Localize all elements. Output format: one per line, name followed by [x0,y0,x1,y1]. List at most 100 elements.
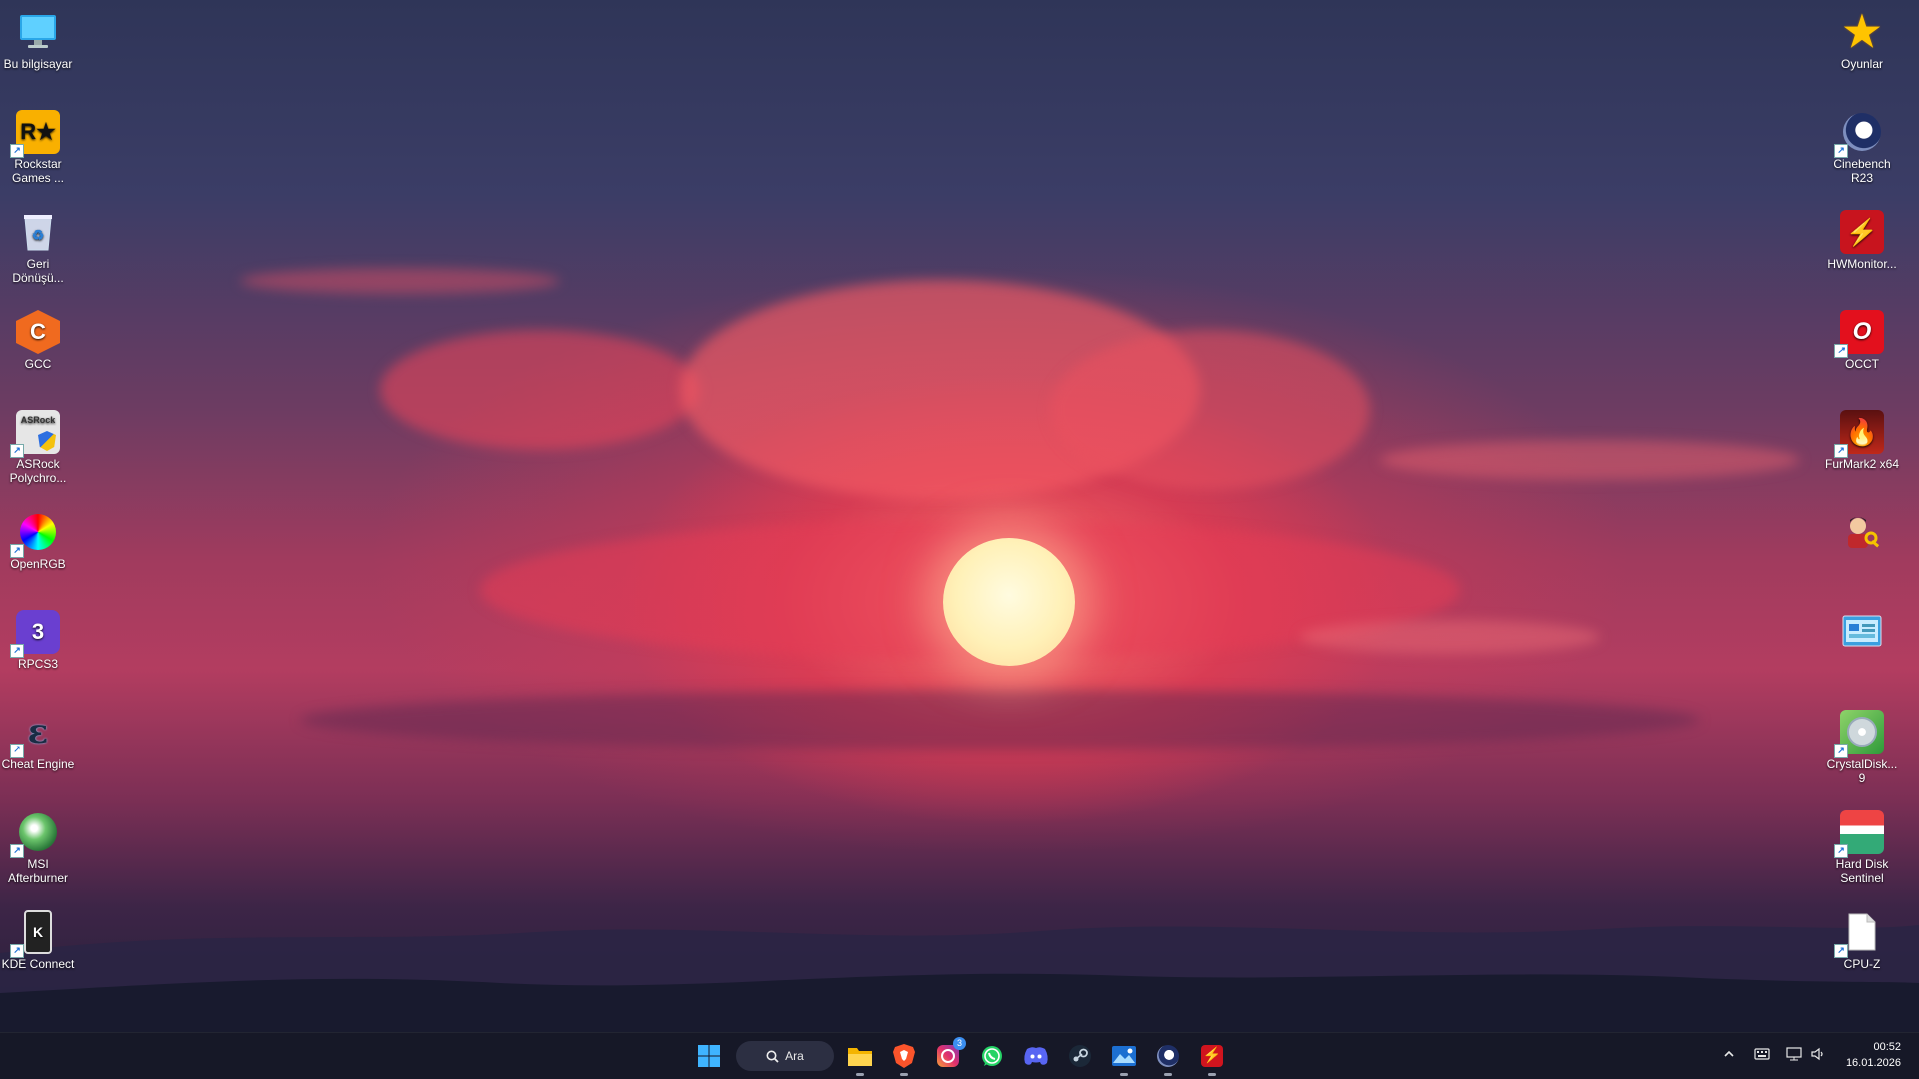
running-indicator [856,1073,864,1076]
tray-volume-button[interactable] [1810,1047,1826,1064]
desktop-icon-occt[interactable]: O ↗ OCCT [1824,304,1900,371]
running-indicator [1164,1073,1172,1076]
cinebench-icon [1157,1045,1179,1067]
taskbar-instagram[interactable]: 3 [932,1037,966,1072]
tray-overflow-button[interactable] [1722,1047,1736,1064]
desktop-icon-cinebench[interactable]: ↗ Cinebench R23 [1824,104,1900,185]
shortcut-arrow-icon: ↗ [1834,344,1848,358]
volume-icon [1811,1047,1823,1061]
desktop-icon-label: FurMark2 x64 [1824,457,1900,471]
desktop-icon-label: Cinebench R23 [1833,157,1891,185]
wallpaper-cloud [240,268,560,294]
clock-date: 16.01.2026 [1845,1057,1901,1069]
desktop-icon-label: KDE Connect [1,957,75,971]
desktop-icon-label: OpenRGB [10,557,66,571]
desktop-icon-msi-afterburner[interactable]: ↗ MSI Afterburner [0,804,76,885]
desktop-icon-openrgb[interactable]: ↗ OpenRGB [0,504,76,571]
shortcut-arrow-icon: ↗ [10,744,24,758]
wallpaper-cloud [680,280,1200,500]
wallpaper-cloud [1050,330,1370,490]
desktop-icon-cheat-engine[interactable]: ε ↗ Cheat Engine [0,704,76,771]
running-indicator [900,1073,908,1076]
hwmonitor-icon: ⚡ [1840,210,1884,254]
network-icon [1786,1047,1802,1061]
chevron-up-icon [1724,1050,1734,1057]
recycle-bin-icon: ♻ [16,210,60,254]
photos-icon [1112,1046,1136,1066]
taskbar-brave[interactable] [888,1040,920,1076]
discord-icon [1024,1047,1048,1065]
asrock-icon: ASRock ↗ [10,410,60,458]
desktop-icon-hwmonitor[interactable]: ⚡ HWMonitor... [1824,204,1900,271]
desktop-icon-oyunlar[interactable]: ★ Oyunlar [1824,4,1900,72]
wallpaper-cloud [1380,440,1800,480]
desktop-icon-crystaldisk[interactable]: ↗ CrystalDisk... 9 [1824,704,1900,785]
desktop-icon-gcc[interactable]: C GCC [0,304,76,371]
desktop-icon-cpu-z[interactable]: ↗ CPU-Z [1824,904,1900,971]
start-button[interactable] [693,1040,725,1072]
wallpaper-sun [943,538,1075,666]
furmark-icon: 🔥 ↗ [1834,410,1884,458]
shortcut-arrow-icon: ↗ [10,844,24,858]
taskbar-whatsapp[interactable] [976,1040,1008,1072]
taskbar-hwmonitor[interactable]: ⚡ [1196,1040,1228,1076]
keyboard-icon [1754,1048,1770,1060]
tray-keyboard-button[interactable] [1754,1047,1770,1064]
wallpaper-cloud [380,330,700,450]
cheat-engine-icon: ε ↗ [10,710,60,758]
desktop-icon-label: Hard Disk Sentinel [1835,857,1889,885]
taskbar-discord[interactable] [1020,1040,1052,1072]
taskbar: Ara 3 ⚡ 00:52 16.01.2026 [0,1032,1919,1079]
search-icon [766,1050,779,1063]
desktop-icon-label: CrystalDisk... 9 [1826,757,1898,785]
desktop-icon-rpcs3[interactable]: 3 ↗ RPCS3 [0,604,76,671]
desktop-icon-control-panel[interactable] [1824,604,1900,657]
desktop-icon-asrock[interactable]: ASRock ↗ ASRock Polychro... [0,404,76,485]
shortcut-arrow-icon: ↗ [10,544,24,558]
desktop-icon-furmark[interactable]: 🔥 ↗ FurMark2 x64 [1824,404,1900,471]
taskbar-file-explorer[interactable] [844,1040,876,1076]
desktop-icon-label: HWMonitor... [1827,257,1897,271]
taskbar-cinebench[interactable] [1152,1040,1184,1076]
steam-icon [1069,1045,1091,1067]
tray-network-button[interactable] [1786,1047,1802,1064]
desktop-icon-label: ASRock Polychro... [9,457,67,485]
notification-badge: 3 [953,1037,966,1050]
rpcs3-icon: 3 ↗ [10,610,60,658]
hard-disk-sentinel-icon: ↗ [1834,810,1884,858]
windows-icon [698,1045,720,1067]
whatsapp-icon [982,1046,1002,1066]
brave-icon [893,1044,915,1068]
taskbar-steam[interactable] [1064,1040,1096,1072]
clock[interactable]: 00:52 16.01.2026 [1846,1039,1901,1071]
desktop-icon-kde-connect[interactable]: K ↗ KDE Connect [0,904,76,971]
desktop-icon-label: CPU-Z [1843,957,1881,971]
openrgb-icon: ↗ [10,510,60,558]
desktop-icon-this-pc[interactable]: Bu bilgisayar [0,4,76,71]
wallpaper-hills [0,925,1919,1033]
desktop-icon-label: Cheat Engine [1,757,75,771]
search-box[interactable]: Ara [736,1041,834,1071]
taskbar-photos[interactable] [1108,1040,1140,1076]
shortcut-arrow-icon: ↗ [1834,944,1848,958]
file-explorer-icon [848,1048,872,1066]
running-indicator [1120,1073,1128,1076]
desktop-icon-user-key[interactable] [1824,504,1900,557]
search-label: Ara [785,1049,804,1063]
desktop-icon-rockstar[interactable]: R★ ↗ Rockstar Games ... [0,104,76,185]
desktop-icon-label: Rockstar Games ... [11,157,64,185]
cpu-z-icon: ↗ [1834,910,1884,958]
computer-icon [16,10,60,54]
clock-time: 00:52 [1873,1041,1901,1053]
desktop-icon-label: OCCT [1845,357,1879,371]
running-indicator [1208,1073,1216,1076]
desktop-icon-label: GCC [24,357,52,371]
rockstar-icon: R★ ↗ [10,110,60,158]
shortcut-arrow-icon: ↗ [1834,744,1848,758]
shortcut-arrow-icon: ↗ [1834,444,1848,458]
desktop-icon-hard-disk-sentinel[interactable]: ↗ Hard Disk Sentinel [1824,804,1900,885]
user-key-icon [1840,510,1884,554]
gcc-icon: C [16,310,60,354]
desktop-icon-recycle-bin[interactable]: ♻ Geri Dönüşü... [0,204,76,285]
desktop-icon-label: Geri Dönüşü... [12,257,64,285]
